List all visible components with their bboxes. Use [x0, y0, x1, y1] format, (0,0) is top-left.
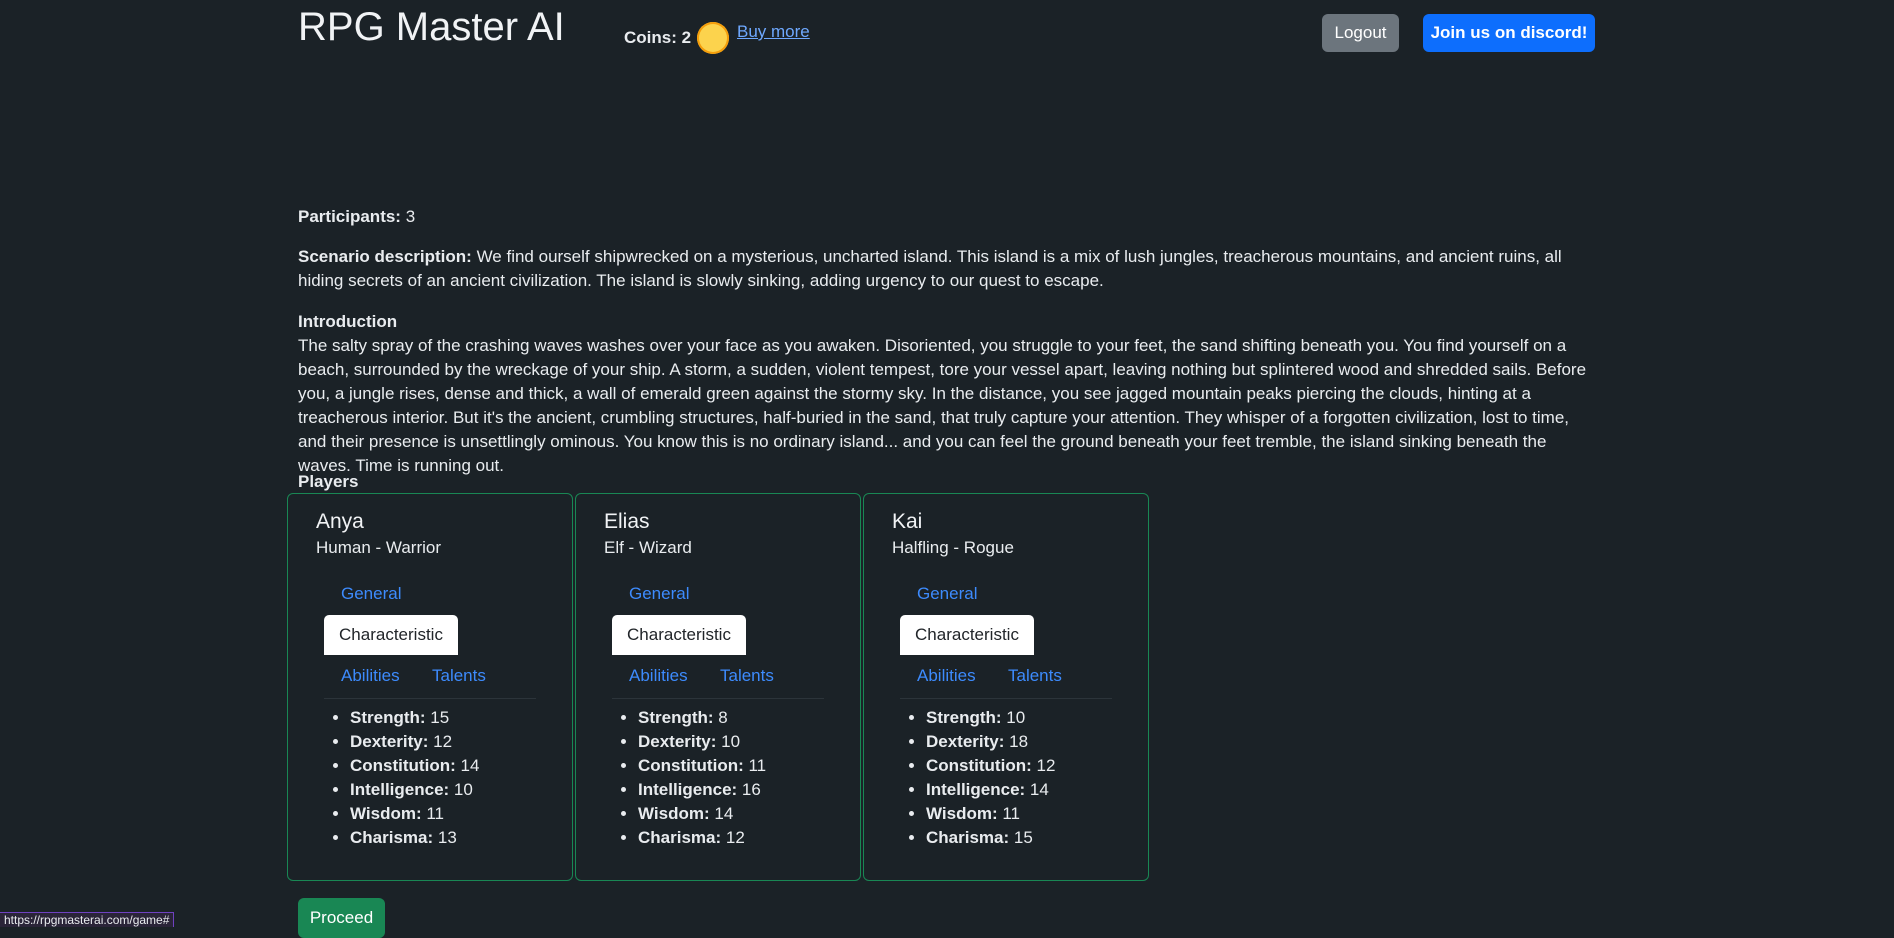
stat-value: 13 — [437, 828, 457, 847]
tab-divider — [612, 698, 824, 699]
player-name: Elias — [604, 510, 650, 533]
tab-talents[interactable]: Talents — [720, 666, 774, 686]
stat-label: Constitution: — [350, 756, 456, 775]
stat-value: 10 — [721, 732, 741, 751]
stat-constitution: Constitution: 11 — [638, 754, 766, 778]
tab-general[interactable]: General — [341, 584, 401, 604]
participants-label: Participants: — [298, 207, 401, 226]
scenario-label: Scenario description: — [298, 247, 472, 266]
stat-value: 15 — [1013, 828, 1033, 847]
tab-characteristic[interactable]: Characteristic — [324, 615, 458, 655]
stat-label: Intelligence: — [638, 780, 738, 799]
stat-charisma: Charisma: 15 — [926, 826, 1055, 850]
stat-value: 10 — [1006, 708, 1026, 727]
stat-wisdom: Wisdom: 14 — [638, 802, 766, 826]
stat-value: 15 — [430, 708, 450, 727]
stat-value: 14 — [1029, 780, 1049, 799]
stat-value: 10 — [453, 780, 473, 799]
app-title: RPG Master AI — [298, 5, 565, 49]
stat-intelligence: Intelligence: 10 — [350, 778, 479, 802]
stat-value: 12 — [433, 732, 453, 751]
stat-charisma: Charisma: 13 — [350, 826, 479, 850]
tab-abilities[interactable]: Abilities — [341, 666, 400, 686]
stat-value: 14 — [460, 756, 480, 775]
status-bar-url: https://rpgmasterai.com/game# — [0, 912, 175, 927]
stat-intelligence: Intelligence: 16 — [638, 778, 766, 802]
stat-constitution: Constitution: 12 — [926, 754, 1055, 778]
player-card: Elias Elf - Wizard General Characteristi… — [575, 493, 861, 881]
stat-label: Wisdom: — [350, 804, 422, 823]
player-name: Anya — [316, 510, 364, 533]
coins-display: Coins: 2 — [624, 22, 730, 54]
tab-characteristic[interactable]: Characteristic — [900, 615, 1034, 655]
stat-dexterity: Dexterity: 10 — [638, 730, 766, 754]
participants-value: 3 — [405, 207, 416, 226]
participants-info: Participants: 3 — [298, 205, 1598, 229]
tab-general[interactable]: General — [629, 584, 689, 604]
tab-talents[interactable]: Talents — [1008, 666, 1062, 686]
stat-strength: Strength: 10 — [926, 706, 1055, 730]
stat-label: Wisdom: — [926, 804, 998, 823]
stat-value: 11 — [1002, 804, 1021, 823]
stat-strength: Strength: 15 — [350, 706, 479, 730]
stats-list: Strength: 10 Dexterity: 18 Constitution:… — [894, 706, 1055, 850]
stat-label: Dexterity: — [926, 732, 1005, 751]
player-card: Kai Halfling - Rogue General Characteris… — [863, 493, 1149, 881]
players-heading: Players — [298, 472, 359, 491]
stat-label: Constitution: — [926, 756, 1032, 775]
stats-list: Strength: 8 Dexterity: 10 Constitution: … — [606, 706, 766, 850]
stat-value: 16 — [741, 780, 761, 799]
tab-divider — [324, 698, 536, 699]
stat-strength: Strength: 8 — [638, 706, 766, 730]
logout-button[interactable]: Logout — [1322, 14, 1399, 52]
stat-label: Constitution: — [638, 756, 744, 775]
stat-dexterity: Dexterity: 12 — [350, 730, 479, 754]
introduction-heading: Introduction — [298, 312, 398, 331]
stat-charisma: Charisma: 12 — [638, 826, 766, 850]
stat-label: Charisma: — [350, 828, 434, 847]
stat-label: Dexterity: — [350, 732, 429, 751]
introduction-text: The salty spray of the crashing waves wa… — [298, 336, 1587, 475]
player-race-class: Halfling - Rogue — [892, 538, 1014, 557]
player-name: Kai — [892, 510, 923, 533]
stat-wisdom: Wisdom: 11 — [350, 802, 479, 826]
scenario-description: Scenario description: We find ourself sh… — [298, 245, 1598, 293]
tab-general[interactable]: General — [917, 584, 977, 604]
stat-label: Strength: — [926, 708, 1002, 727]
stats-list: Strength: 15 Dexterity: 12 Constitution:… — [318, 706, 479, 850]
stat-value: 12 — [725, 828, 745, 847]
player-race-class: Human - Warrior — [316, 538, 441, 557]
stat-label: Wisdom: — [638, 804, 710, 823]
tab-abilities[interactable]: Abilities — [917, 666, 976, 686]
player-card: Anya Human - Warrior General Characteris… — [287, 493, 573, 881]
stat-constitution: Constitution: 14 — [350, 754, 479, 778]
stat-label: Intelligence: — [926, 780, 1026, 799]
discord-button[interactable]: Join us on discord! — [1423, 14, 1595, 52]
coin-icon — [697, 22, 730, 54]
tab-divider — [900, 698, 1112, 699]
tab-abilities[interactable]: Abilities — [629, 666, 688, 686]
coins-label: Coins: 2 — [624, 28, 692, 47]
stat-dexterity: Dexterity: 18 — [926, 730, 1055, 754]
stat-label: Charisma: — [926, 828, 1010, 847]
stat-value: 8 — [718, 708, 728, 727]
proceed-button[interactable]: Proceed — [298, 898, 385, 938]
stat-value: 18 — [1009, 732, 1029, 751]
tab-talents[interactable]: Talents — [432, 666, 486, 686]
stat-label: Charisma: — [638, 828, 722, 847]
stat-label: Intelligence: — [350, 780, 450, 799]
stat-wisdom: Wisdom: 11 — [926, 802, 1055, 826]
stat-value: 11 — [426, 804, 445, 823]
buy-more-link[interactable]: Buy more — [737, 22, 810, 42]
stat-label: Strength: — [350, 708, 426, 727]
stat-label: Strength: — [638, 708, 714, 727]
stat-intelligence: Intelligence: 14 — [926, 778, 1055, 802]
stat-value: 12 — [1036, 756, 1056, 775]
scenario-text: We find ourself shipwrecked on a mysteri… — [298, 247, 1562, 290]
stat-value: 14 — [714, 804, 734, 823]
stat-value: 11 — [748, 756, 767, 775]
stat-label: Dexterity: — [638, 732, 717, 751]
player-race-class: Elf - Wizard — [604, 538, 692, 557]
tab-characteristic[interactable]: Characteristic — [612, 615, 746, 655]
